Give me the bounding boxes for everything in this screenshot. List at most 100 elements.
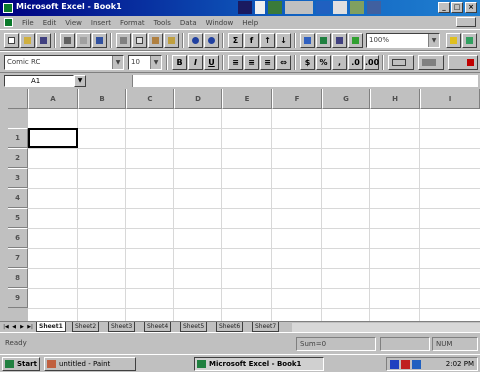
menu-view[interactable]: View <box>65 19 82 27</box>
column-header-b[interactable]: B <box>78 89 126 109</box>
horizontal-scrollbar[interactable] <box>292 323 480 332</box>
sheet-tab-3[interactable]: Sheet3 <box>108 322 136 332</box>
new-icon[interactable] <box>4 33 19 48</box>
row-header-2[interactable]: 2 <box>8 148 28 168</box>
undo-icon[interactable] <box>188 33 203 48</box>
decrease-decimal-icon[interactable]: .00 <box>364 55 379 70</box>
sheet-tab-1[interactable]: Sheet1 <box>36 322 66 332</box>
column-header-h[interactable]: H <box>370 89 420 109</box>
menu-format[interactable]: Format <box>120 19 145 27</box>
select-all-button[interactable] <box>8 89 28 109</box>
column-header-f[interactable]: F <box>272 89 322 109</box>
chevron-down-icon[interactable]: ▼ <box>112 56 123 69</box>
taskbar-paint[interactable]: untitled - Paint <box>44 357 136 371</box>
borders-icon[interactable] <box>388 55 414 70</box>
font-size-select[interactable]: 10 ▼ <box>128 55 162 70</box>
spelling-icon[interactable] <box>92 33 107 48</box>
close-button[interactable]: × <box>465 2 477 13</box>
name-box[interactable]: A1 <box>4 75 74 87</box>
cut-icon[interactable] <box>116 33 131 48</box>
sort-ascending-icon[interactable]: ↑ <box>260 33 275 48</box>
comma-icon[interactable]: , <box>332 55 347 70</box>
copy-icon[interactable] <box>132 33 147 48</box>
workbook-window-controls[interactable] <box>456 17 476 27</box>
tip-wizard-icon[interactable] <box>462 33 477 48</box>
active-cell[interactable] <box>28 128 78 148</box>
merge-center-icon[interactable]: ⇔ <box>276 55 291 70</box>
sheet-tab-2[interactable]: Sheet2 <box>72 322 100 332</box>
align-right-icon[interactable]: ≡ <box>260 55 275 70</box>
sheet-tab-5[interactable]: Sheet5 <box>180 322 208 332</box>
taskbar-excel[interactable]: Microsoft Excel - Book1 <box>194 357 324 371</box>
format-painter-icon[interactable] <box>164 33 179 48</box>
save-icon[interactable] <box>36 33 51 48</box>
column-header-a[interactable]: A <box>28 89 78 109</box>
print-icon[interactable] <box>60 33 75 48</box>
menu-insert[interactable]: Insert <box>91 19 111 27</box>
row-header-6[interactable]: 6 <box>8 228 28 248</box>
help-icon[interactable] <box>446 33 461 48</box>
sheet-tab-7[interactable]: Sheet7 <box>252 322 280 332</box>
menu-edit[interactable]: Edit <box>43 19 57 27</box>
chart-wizard-icon[interactable] <box>300 33 315 48</box>
tray-volume-icon[interactable] <box>412 360 421 369</box>
row-header-5[interactable]: 5 <box>8 208 28 228</box>
row-header-1[interactable]: 1 <box>8 128 28 148</box>
paste-icon[interactable] <box>148 33 163 48</box>
column-header-c[interactable]: C <box>126 89 174 109</box>
first-sheet-icon[interactable]: |◀ <box>2 323 10 332</box>
align-center-icon[interactable]: ≡ <box>244 55 259 70</box>
row-header-8[interactable]: 8 <box>8 268 28 288</box>
excel-icon[interactable] <box>3 3 13 13</box>
column-header-g[interactable]: G <box>322 89 370 109</box>
row-header-4[interactable]: 4 <box>8 188 28 208</box>
column-header-d[interactable]: D <box>174 89 222 109</box>
menu-tools[interactable]: Tools <box>154 19 171 27</box>
menu-window[interactable]: Window <box>206 19 234 27</box>
open-icon[interactable] <box>20 33 35 48</box>
sheet-tab-6[interactable]: Sheet6 <box>216 322 244 332</box>
percent-icon[interactable]: % <box>316 55 331 70</box>
redo-icon[interactable] <box>204 33 219 48</box>
autosum-icon[interactable]: Σ <box>228 33 243 48</box>
italic-button[interactable]: I <box>188 55 203 70</box>
tray-network-icon[interactable] <box>390 360 399 369</box>
map-icon[interactable] <box>316 33 331 48</box>
underline-button[interactable]: U <box>204 55 219 70</box>
increase-decimal-icon[interactable]: .0 <box>348 55 363 70</box>
column-header-i[interactable]: I <box>420 89 480 109</box>
bold-button[interactable]: B <box>172 55 187 70</box>
fill-color-icon[interactable] <box>418 55 444 70</box>
sort-descending-icon[interactable]: ↓ <box>276 33 291 48</box>
sheet-tab-4[interactable]: Sheet4 <box>144 322 172 332</box>
font-name-select[interactable]: Comic RC ▼ <box>4 55 124 70</box>
tray-alert-icon[interactable] <box>401 360 410 369</box>
maximize-button[interactable]: □ <box>451 2 463 13</box>
row-header-7[interactable]: 7 <box>8 248 28 268</box>
chevron-down-icon[interactable]: ▼ <box>150 56 161 69</box>
function-wizard-icon[interactable]: f <box>244 33 259 48</box>
clock[interactable]: 2:02 PM <box>446 358 474 370</box>
chevron-down-icon[interactable]: ▼ <box>428 34 439 47</box>
menu-help[interactable]: Help <box>242 19 258 27</box>
print-preview-icon[interactable] <box>76 33 91 48</box>
formula-input[interactable] <box>132 75 478 87</box>
menu-data[interactable]: Data <box>180 19 197 27</box>
drawing-icon[interactable] <box>332 33 347 48</box>
font-color-icon[interactable] <box>448 55 478 70</box>
workbook-icon[interactable] <box>4 18 13 27</box>
zoom-select[interactable]: 100% ▼ <box>366 33 440 48</box>
currency-icon[interactable]: $ <box>300 55 315 70</box>
menu-file[interactable]: File <box>22 19 34 27</box>
column-header-e[interactable]: E <box>222 89 272 109</box>
prev-sheet-icon[interactable]: ◀ <box>10 323 18 332</box>
start-button[interactable]: Start <box>2 357 40 371</box>
chevron-down-icon[interactable]: ▼ <box>74 75 86 87</box>
last-sheet-icon[interactable]: ▶| <box>26 323 34 332</box>
row-header-3[interactable]: 3 <box>8 168 28 188</box>
align-left-icon[interactable]: ≡ <box>228 55 243 70</box>
minimize-button[interactable]: _ <box>438 2 450 13</box>
next-sheet-icon[interactable]: ▶ <box>18 323 26 332</box>
cell-grid[interactable] <box>28 109 480 321</box>
row-header-9[interactable]: 9 <box>8 288 28 308</box>
